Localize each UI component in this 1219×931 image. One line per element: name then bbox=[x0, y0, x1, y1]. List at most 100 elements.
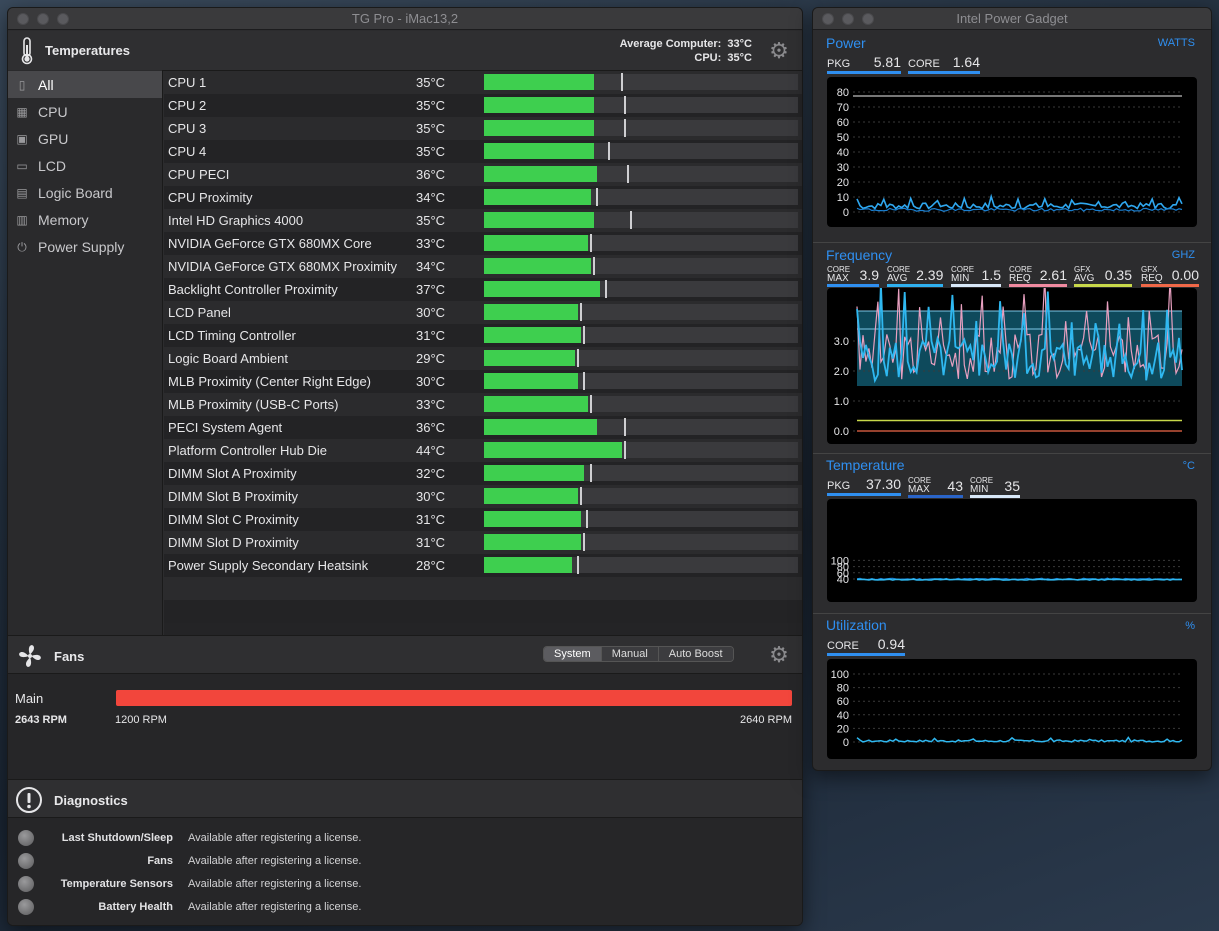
sidebar-item-lcd[interactable]: ▭ LCD bbox=[8, 152, 162, 179]
sensor-row[interactable]: CPU 2 35°C bbox=[164, 94, 802, 117]
zoom-window-button[interactable] bbox=[57, 13, 69, 25]
empty-row bbox=[164, 577, 802, 600]
sensor-row[interactable]: CPU PECI 36°C bbox=[164, 163, 802, 186]
sensor-temperature-bar-fill bbox=[484, 373, 578, 389]
sensor-temperature: 35°C bbox=[416, 213, 446, 228]
utilization-core-stat: CORE 0.94 bbox=[827, 636, 905, 656]
sensor-name: PECI System Agent bbox=[168, 420, 283, 435]
sidebar-item-all[interactable]: ▯ All bbox=[8, 71, 162, 98]
sensor-row[interactable]: Intel HD Graphics 4000 35°C bbox=[164, 209, 802, 232]
sensor-temperature: 33°C bbox=[416, 236, 446, 251]
sensor-temperature-bar bbox=[484, 142, 798, 160]
sensor-temperature-bar-fill bbox=[484, 350, 575, 366]
sensor-row[interactable]: Backlight Controller Proximity 37°C bbox=[164, 278, 802, 301]
sensor-temperature-bar-fill bbox=[484, 212, 594, 228]
sensor-row[interactable]: DIMM Slot D Proximity 31°C bbox=[164, 531, 802, 554]
frequency-axis-tick-label: 0.0 bbox=[834, 426, 849, 438]
sensor-row[interactable]: CPU 4 35°C bbox=[164, 140, 802, 163]
sensor-temperature-bar-fill bbox=[484, 304, 578, 320]
fan-mode-selector: System Manual Auto Boost bbox=[543, 646, 734, 662]
sensor-max-marker bbox=[580, 303, 582, 321]
temperatures-gear-icon[interactable]: ⚙ bbox=[768, 40, 790, 62]
sensor-row[interactable]: DIMM Slot B Proximity 30°C bbox=[164, 485, 802, 508]
sensor-temperature-bar bbox=[484, 96, 798, 114]
cpu-summary-value: 35°C bbox=[727, 52, 752, 64]
stat-value: 2.39 bbox=[916, 267, 944, 283]
sensor-row[interactable]: MLB Proximity (Center Right Edge) 30°C bbox=[164, 370, 802, 393]
sensor-temperature: 35°C bbox=[416, 121, 446, 136]
sensor-temperature-bar bbox=[484, 257, 798, 275]
sensor-row[interactable]: NVIDIA GeForce GTX 680MX Core 33°C bbox=[164, 232, 802, 255]
sensor-temperature-bar-fill bbox=[484, 557, 572, 573]
sensor-row[interactable]: NVIDIA GeForce GTX 680MX Proximity 34°C bbox=[164, 255, 802, 278]
frequency-core-max-stat: CORE MAX 3.9 bbox=[827, 265, 879, 287]
frequency-title: Frequency bbox=[826, 247, 893, 263]
sensor-temperature: 33°C bbox=[416, 397, 446, 412]
diagnostic-row-battery-health: Battery Health Available after registerin… bbox=[8, 896, 802, 918]
ipg-titlebar: Intel Power Gadget bbox=[813, 8, 1211, 30]
sensor-row[interactable]: LCD Panel 30°C bbox=[164, 301, 802, 324]
fan-mode-system-button[interactable]: System bbox=[544, 647, 602, 661]
sensor-row[interactable]: MLB Proximity (USB-C Ports) 33°C bbox=[164, 393, 802, 416]
sensor-row[interactable]: CPU 1 35°C bbox=[164, 71, 802, 94]
diagnostic-row-temperature-sensors: Temperature Sensors Available after regis… bbox=[8, 873, 802, 895]
sensor-row[interactable]: Platform Controller Hub Die 44°C bbox=[164, 439, 802, 462]
sensor-temperature-bar bbox=[484, 487, 798, 505]
sensor-temperature-bar bbox=[484, 510, 798, 528]
sensor-temperature: 44°C bbox=[416, 443, 446, 458]
sensor-temperature-bar-fill bbox=[484, 511, 581, 527]
temperature-pkg-stat: PKG 37.30 bbox=[827, 476, 901, 496]
sensor-row[interactable]: Power Supply Secondary Heatsink 28°C bbox=[164, 554, 802, 577]
close-window-button[interactable] bbox=[17, 13, 29, 25]
sensor-temperature-bar bbox=[484, 73, 798, 91]
close-window-button[interactable] bbox=[822, 13, 834, 25]
sensor-temperature-bar bbox=[484, 533, 798, 551]
frequency-gfx-avg-stat: GFX AVG 0.35 bbox=[1074, 265, 1132, 287]
sidebar-item-label: Memory bbox=[38, 211, 89, 228]
sidebar-item-memory[interactable]: ▥ Memory bbox=[8, 206, 162, 233]
sensor-row[interactable]: DIMM Slot C Proximity 31°C bbox=[164, 508, 802, 531]
frequency-panel: Frequency GHZ CORE MAX 3.9 CORE AVG 2.39 CORE M… bbox=[813, 242, 1211, 448]
sensor-max-marker bbox=[605, 280, 607, 298]
sensor-row[interactable]: CPU Proximity 34°C bbox=[164, 186, 802, 209]
sensor-row[interactable]: PECI System Agent 36°C bbox=[164, 416, 802, 439]
diagnostic-label: Last Shutdown/Sleep bbox=[61, 832, 173, 844]
sensor-temperature-bar bbox=[484, 280, 798, 298]
zoom-window-button[interactable] bbox=[862, 13, 874, 25]
diagnostic-value: Available after registering a license. bbox=[188, 901, 362, 913]
gpu-chip-icon: ▣ bbox=[16, 131, 28, 146]
fan-mode-auto-boost-button[interactable]: Auto Boost bbox=[658, 647, 733, 661]
diagnostic-value: Available after registering a license. bbox=[188, 878, 362, 890]
power-core-series bbox=[856, 207, 1183, 212]
minimize-window-button[interactable] bbox=[37, 13, 49, 25]
power-axis-tick-label: 40 bbox=[837, 147, 849, 159]
thermometer-icon bbox=[21, 37, 33, 65]
sensor-name: MLB Proximity (Center Right Edge) bbox=[168, 374, 372, 389]
sensor-row[interactable]: Logic Board Ambient 29°C bbox=[164, 347, 802, 370]
sidebar-item-cpu[interactable]: ▦ CPU bbox=[8, 98, 162, 125]
utilization-axis-tick-label: 20 bbox=[837, 723, 849, 735]
diagnostics-section: Diagnostics Last Shutdown/Sleep Available… bbox=[8, 779, 802, 925]
sensor-temperature-bar-fill bbox=[484, 465, 584, 481]
sensor-max-marker bbox=[586, 510, 588, 528]
fan-mode-manual-button[interactable]: Manual bbox=[601, 647, 659, 661]
sidebar-item-label: Power Supply bbox=[38, 238, 125, 255]
sensor-max-marker bbox=[583, 372, 585, 390]
sensor-row[interactable]: DIMM Slot A Proximity 32°C bbox=[164, 462, 802, 485]
temperatures-title: Temperatures bbox=[45, 43, 131, 58]
sidebar-item-gpu[interactable]: ▣ GPU bbox=[8, 125, 162, 152]
temperature-core-max-value: 43 bbox=[947, 478, 963, 494]
average-computer-label: Average Computer: bbox=[619, 38, 722, 50]
minimize-window-button[interactable] bbox=[842, 13, 854, 25]
fan-speed-bar bbox=[116, 690, 792, 706]
sidebar-item-power-supply[interactable]: ⏻ Power Supply bbox=[8, 233, 162, 260]
sensor-row[interactable]: CPU 3 35°C bbox=[164, 117, 802, 140]
memory-icon: ▥ bbox=[16, 212, 28, 227]
sensor-temperature: 35°C bbox=[416, 144, 446, 159]
fans-gear-icon[interactable]: ⚙ bbox=[768, 644, 790, 666]
sidebar-item-logic-board[interactable]: ▤ Logic Board bbox=[8, 179, 162, 206]
sensor-max-marker bbox=[624, 441, 626, 459]
sensor-row[interactable]: LCD Timing Controller 31°C bbox=[164, 324, 802, 347]
utilization-core-series bbox=[856, 736, 1183, 743]
sensor-temperature: 32°C bbox=[416, 466, 446, 481]
